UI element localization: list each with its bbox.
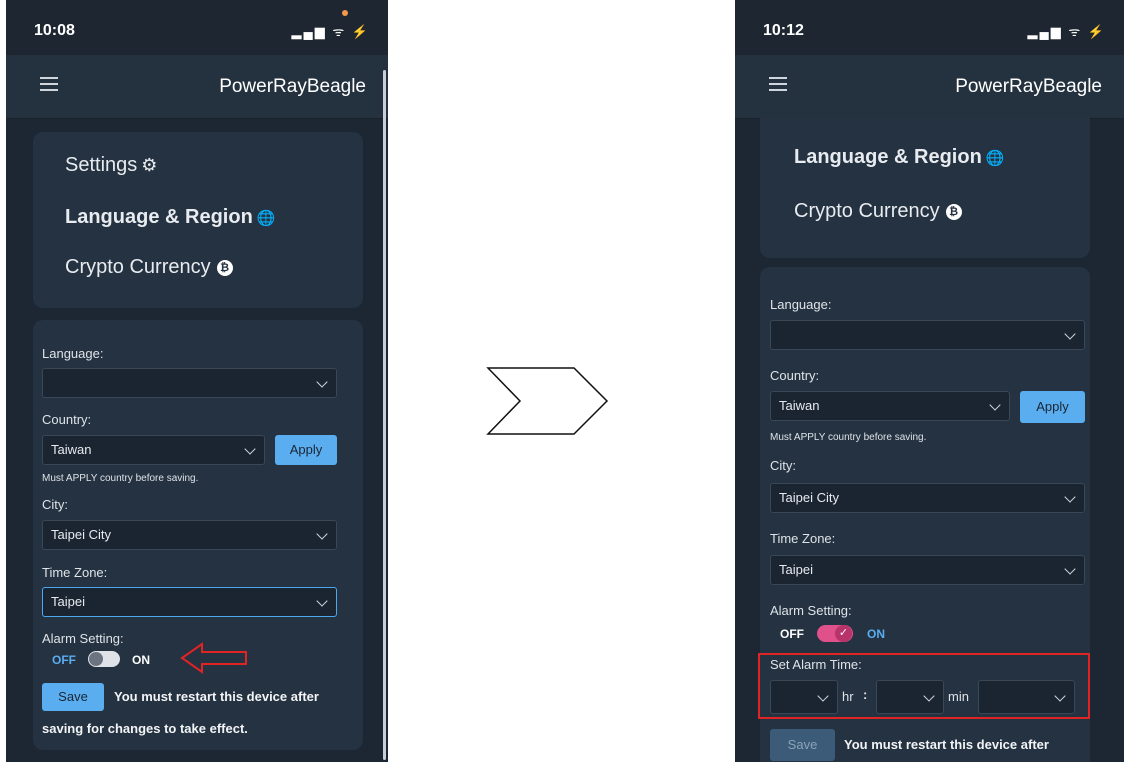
chevron-down-icon — [1064, 328, 1076, 340]
country-select[interactable]: Taiwan — [42, 435, 265, 465]
language-select[interactable] — [42, 368, 337, 398]
apply-button[interactable]: Apply — [1020, 391, 1085, 423]
alarm-minute-select[interactable] — [876, 680, 944, 714]
nav-language-label: Language & Region — [794, 146, 982, 168]
settings-nav-card: Settings ⚙ Language & Region 🌐 Crypto Curr… — [33, 132, 363, 308]
language-label: Language: — [770, 297, 832, 312]
alarm-setting-label: Alarm Setting: — [42, 631, 124, 646]
app-title: PowerRayBeagle — [219, 76, 366, 97]
country-select[interactable]: Taiwan — [770, 391, 1010, 421]
country-value: Taiwan — [51, 442, 92, 457]
nav-language-label: Language & Region — [65, 206, 253, 228]
country-value: Taiwan — [779, 398, 820, 413]
save-button[interactable]: Save — [42, 683, 104, 711]
bitcoin-icon: ₿ — [216, 260, 233, 276]
restart-warning-line2: saving for changes to take effect. — [42, 721, 248, 736]
chevron-down-icon — [1054, 690, 1066, 702]
phone-screenshot-after: 10:12 ▂▄▆ ᯤ ⚡ PowerRayBeagle Language & … — [735, 0, 1124, 762]
hour-unit-label: hr — [842, 689, 854, 704]
city-select[interactable]: Taipei City — [770, 483, 1085, 513]
city-value: Taipei City — [779, 490, 839, 505]
scrollbar[interactable] — [383, 70, 386, 760]
chevron-down-icon — [244, 443, 256, 455]
timezone-select[interactable]: Taipei — [770, 555, 1085, 585]
nav-settings-label: Settings — [65, 154, 138, 176]
apply-button[interactable]: Apply — [275, 435, 337, 465]
globe-icon: 🌐 — [256, 210, 276, 227]
timezone-label: Time Zone: — [42, 565, 108, 580]
status-bar: 10:08 ▂▄▆ ᯤ ⚡ — [6, 0, 388, 55]
app-title: PowerRayBeagle — [955, 76, 1102, 97]
country-label: Country: — [770, 368, 820, 383]
apply-note: Must APPLY country before saving. — [770, 432, 927, 443]
alarm-setting-label: Alarm Setting: — [770, 603, 852, 618]
nav-language-region[interactable]: Language & Region 🌐 — [794, 146, 1004, 169]
recording-dot — [342, 10, 348, 16]
alarm-off-label: OFF — [780, 627, 804, 641]
bitcoin-icon: ₿ — [945, 204, 962, 220]
country-label: Country: — [42, 412, 92, 427]
restart-warning-line1: You must restart this device after — [114, 689, 319, 704]
language-label: Language: — [42, 346, 104, 361]
apply-note: Must APPLY country before saving. — [42, 473, 199, 484]
chevron-down-icon — [316, 595, 328, 607]
nav-crypto-label: Crypto Currency — [65, 256, 211, 278]
hamburger-menu-icon[interactable] — [40, 77, 58, 91]
nav-language-region[interactable]: Language & Region 🌐 — [65, 206, 275, 229]
alarm-on-label: ON — [867, 627, 885, 641]
nav-crypto-label: Crypto Currency — [794, 200, 940, 222]
language-region-form: Language: Country: Taiwan Apply Must APP… — [758, 267, 1090, 762]
alarm-ampm-select[interactable] — [978, 680, 1075, 714]
annotation-arrow-left — [180, 642, 247, 674]
timezone-label: Time Zone: — [770, 531, 836, 546]
nav-crypto-currency[interactable]: Crypto Currency ₿ — [65, 256, 233, 279]
gear-icon: ⚙ — [141, 155, 158, 175]
nav-settings[interactable]: Settings ⚙ — [65, 154, 157, 177]
app-bar: PowerRayBeagle — [6, 55, 388, 119]
status-icons: ▂▄▆ ᯤ ⚡ — [291, 24, 370, 39]
language-region-form: Language: Country: Taiwan Apply Must APP… — [33, 320, 363, 750]
minute-unit-label: min — [948, 689, 969, 704]
chevron-down-icon — [316, 528, 328, 540]
app-bar: PowerRayBeagle — [735, 55, 1124, 119]
chevron-down-icon — [316, 376, 328, 388]
hamburger-menu-icon[interactable] — [769, 77, 787, 91]
settings-nav-card: Language & Region 🌐 Crypto Currency ₿ — [760, 118, 1090, 258]
toggle-knob — [89, 652, 103, 666]
chevron-down-icon — [817, 690, 829, 702]
transition-chevron-icon — [486, 367, 609, 435]
city-value: Taipei City — [51, 527, 111, 542]
nav-crypto-currency[interactable]: Crypto Currency ₿ — [794, 200, 962, 223]
timezone-value: Taipei — [51, 594, 85, 609]
restart-warning-line1: You must restart this device after — [844, 737, 1049, 752]
language-select[interactable] — [770, 320, 1085, 350]
city-label: City: — [770, 458, 796, 473]
status-time: 10:08 — [34, 22, 75, 39]
alarm-off-label: OFF — [52, 653, 76, 667]
time-colon: : — [863, 687, 868, 702]
chevron-down-icon — [1064, 563, 1076, 575]
chevron-down-icon — [923, 690, 935, 702]
chevron-down-icon — [989, 399, 1001, 411]
timezone-select[interactable]: Taipei — [42, 587, 337, 617]
chevron-down-icon — [1064, 491, 1076, 503]
city-label: City: — [42, 497, 68, 512]
save-button[interactable]: Save — [770, 729, 835, 761]
alarm-on-label: ON — [132, 653, 150, 667]
set-alarm-time-label: Set Alarm Time: — [770, 657, 862, 672]
status-time: 10:12 — [763, 22, 804, 39]
check-icon: ✓ — [835, 625, 852, 642]
alarm-toggle[interactable] — [88, 651, 120, 667]
alarm-toggle[interactable]: ✓ — [817, 625, 853, 642]
globe-icon: 🌐 — [985, 150, 1005, 167]
alarm-hour-select[interactable] — [770, 680, 838, 714]
timezone-value: Taipei — [779, 562, 813, 577]
city-select[interactable]: Taipei City — [42, 520, 337, 550]
status-bar: 10:12 ▂▄▆ ᯤ ⚡ — [735, 0, 1124, 55]
status-icons: ▂▄▆ ᯤ ⚡ — [1027, 24, 1106, 39]
